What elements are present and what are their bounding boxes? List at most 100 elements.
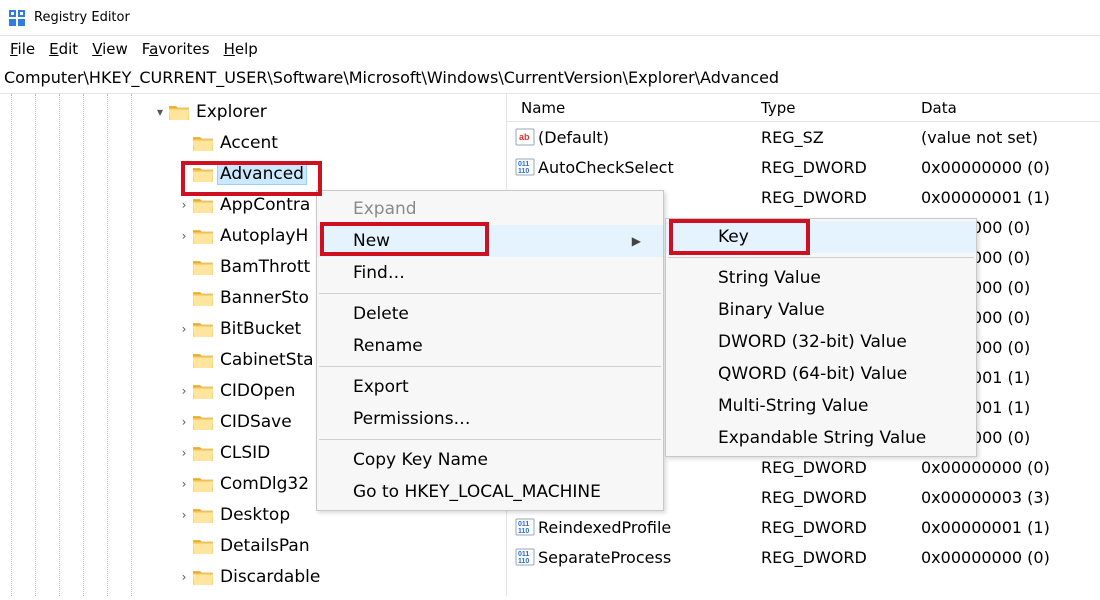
address-bar[interactable]: Computer\HKEY_CURRENT_USER\Software\Micr… (0, 64, 1100, 94)
menu-view[interactable]: View (92, 40, 128, 58)
folder-icon (192, 382, 214, 400)
value-type: REG_DWORD (761, 488, 921, 507)
folder-icon (192, 134, 214, 152)
value-row[interactable]: 011110ReindexedProfileREG_DWORD0x0000000… (507, 512, 1100, 542)
value-row[interactable]: ab(Default)REG_SZ(value not set) (507, 122, 1100, 152)
tree-item-label: CIDOpen (218, 381, 297, 401)
chevron-right-icon[interactable]: › (176, 570, 192, 584)
binary-value-icon: 011110 (515, 547, 535, 567)
chevron-right-icon[interactable]: › (176, 508, 192, 522)
tree-item-discardable[interactable]: › Discardable (0, 561, 506, 592)
context-menu-label: Find… (353, 263, 405, 283)
tree-item-label: BannerSto (218, 288, 311, 308)
binary-value-icon: 011110 (515, 517, 535, 537)
chevron-right-icon[interactable]: › (176, 322, 192, 336)
registry-editor-icon (8, 9, 26, 27)
tree-item-label: Advanced (218, 164, 306, 184)
value-data: 0x00000000 (0) (921, 458, 1100, 477)
tree-item-label: CIDSave (218, 412, 294, 432)
value-name: ReindexedProfile (538, 518, 671, 537)
value-type: REG_DWORD (761, 518, 921, 537)
value-data: (value not set) (921, 128, 1100, 147)
context-submenu-multi-string-value[interactable]: Multi-String Value (666, 390, 976, 422)
folder-icon (192, 506, 214, 524)
context-menu-label: DWORD (32-bit) Value (718, 332, 907, 352)
menubar: File Edit View Favorites Help (0, 36, 1100, 64)
value-data: 0x00000001 (1) (921, 188, 1100, 207)
menu-file[interactable]: File (10, 40, 35, 58)
chevron-right-icon[interactable]: › (176, 229, 192, 243)
tree-item-label: CLSID (218, 443, 272, 463)
chevron-right-icon[interactable]: › (176, 446, 192, 460)
context-menu[interactable]: ExpandNew▶Find…DeleteRenameExportPermiss… (316, 190, 664, 511)
tree-item-label: AppContra (218, 195, 312, 215)
tree-item-label: Explorer (194, 102, 269, 122)
menu-favorites[interactable]: Favorites (142, 40, 210, 58)
menu-edit[interactable]: Edit (49, 40, 78, 58)
svg-text:110: 110 (518, 558, 529, 565)
tree-item-label: CabinetSta (218, 350, 316, 370)
context-menu-go-to-hkey-local-machine[interactable]: Go to HKEY_LOCAL_MACHINE (317, 476, 663, 508)
binary-value-icon: 011110 (515, 157, 535, 177)
tree-item-label: BitBucket (218, 319, 303, 339)
context-submenu-binary-value[interactable]: Binary Value (666, 294, 976, 326)
context-submenu-expandable-string-value[interactable]: Expandable String Value (666, 422, 976, 454)
context-submenu-key[interactable]: Key (666, 221, 976, 253)
tree-item-label: AutoplayH (218, 226, 310, 246)
column-header-name[interactable]: Name (507, 99, 761, 117)
context-menu-export[interactable]: Export (317, 371, 663, 403)
folder-icon (192, 258, 214, 276)
context-menu-label: Rename (353, 336, 423, 356)
context-menu-label: Binary Value (718, 300, 825, 320)
value-data: 0x00000000 (0) (921, 548, 1100, 567)
values-header[interactable]: Name Type Data (507, 94, 1100, 122)
chevron-right-icon[interactable]: › (176, 415, 192, 429)
tree-item-label: Desktop (218, 505, 292, 525)
tree-item-accent[interactable]: Accent (0, 127, 506, 158)
string-value-icon: ab (515, 127, 535, 147)
column-header-type[interactable]: Type (761, 99, 921, 117)
context-submenu-string-value[interactable]: String Value (666, 262, 976, 294)
context-menu-label: Key (718, 227, 749, 247)
context-menu-label: String Value (718, 268, 821, 288)
context-menu-rename[interactable]: Rename (317, 330, 663, 362)
folder-icon (192, 351, 214, 369)
folder-icon (192, 537, 214, 555)
chevron-right-icon[interactable]: › (176, 384, 192, 398)
tree-item-label: Discardable (218, 567, 322, 587)
context-menu-permissions-[interactable]: Permissions… (317, 403, 663, 435)
context-submenu-dword-32-bit-value[interactable]: DWORD (32-bit) Value (666, 326, 976, 358)
folder-icon (192, 568, 214, 586)
value-type: REG_DWORD (761, 548, 921, 567)
context-menu-label: Multi-String Value (718, 396, 869, 416)
context-menu-label: Delete (353, 304, 409, 324)
column-header-data[interactable]: Data (921, 99, 1100, 117)
context-menu-label: Copy Key Name (353, 450, 488, 470)
tree-item-advanced[interactable]: Advanced (0, 158, 506, 189)
context-submenu-new[interactable]: Key String Value Binary Value DWORD (32-bit… (665, 218, 977, 457)
value-type: REG_DWORD (761, 188, 921, 207)
tree-item-explorer[interactable]: ▾ Explorer (0, 96, 506, 127)
folder-icon (192, 227, 214, 245)
folder-icon (192, 413, 214, 431)
context-submenu-qword-64-bit-value[interactable]: QWORD (64-bit) Value (666, 358, 976, 390)
context-menu-copy-key-name[interactable]: Copy Key Name (317, 444, 663, 476)
context-menu-find-[interactable]: Find… (317, 257, 663, 289)
chevron-down-icon[interactable]: ▾ (152, 105, 168, 119)
svg-text:110: 110 (518, 168, 529, 175)
value-type: REG_DWORD (761, 458, 921, 477)
value-row[interactable]: 011110SeparateProcessREG_DWORD0x00000000… (507, 542, 1100, 572)
tree-item-diskspacechecking[interactable]: DiskSpaceChecking (0, 592, 506, 596)
chevron-right-icon[interactable]: › (176, 198, 192, 212)
chevron-right-icon: ▶ (632, 234, 641, 248)
tree-item-detailspan[interactable]: DetailsPan (0, 530, 506, 561)
context-menu-new[interactable]: New ▶ (317, 225, 663, 257)
value-data: 0x00000000 (0) (921, 158, 1100, 177)
address-path: Computer\HKEY_CURRENT_USER\Software\Micr… (4, 68, 779, 87)
context-menu-label: New (353, 231, 390, 251)
context-menu-delete[interactable]: Delete (317, 298, 663, 330)
tree-item-label: DetailsPan (218, 536, 312, 556)
value-row[interactable]: 011110AutoCheckSelectREG_DWORD0x00000000… (507, 152, 1100, 182)
chevron-right-icon[interactable]: › (176, 477, 192, 491)
menu-help[interactable]: Help (224, 40, 258, 58)
